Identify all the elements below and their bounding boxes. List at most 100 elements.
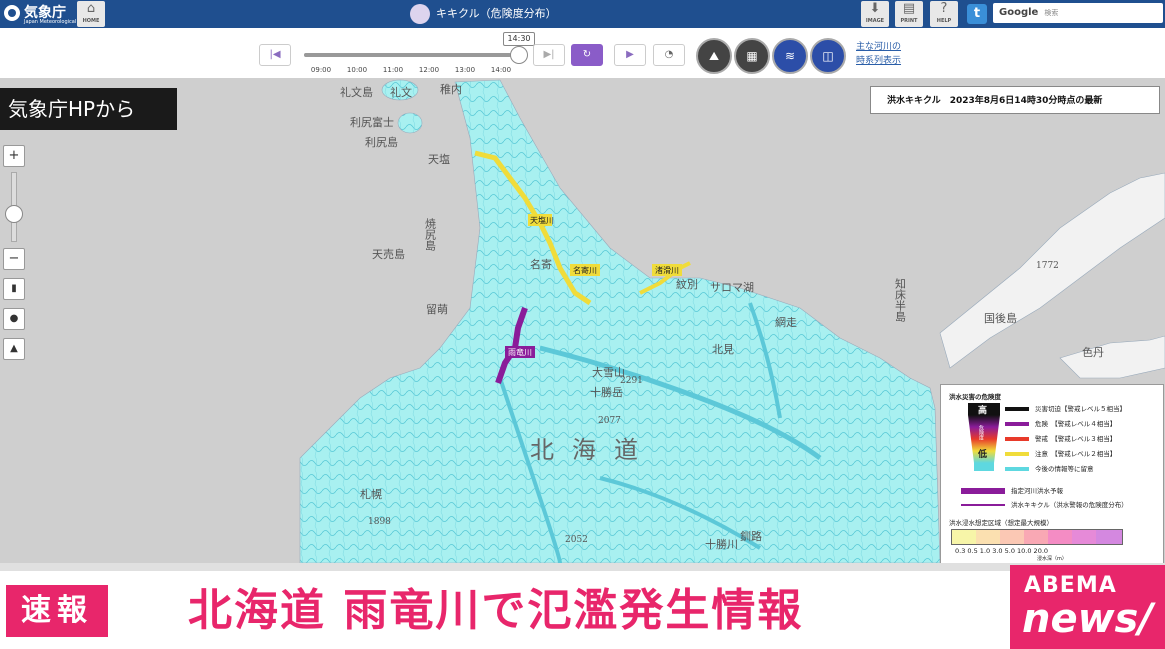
river-timeseries-link[interactable]: 主な河川の 時系列表示 (856, 40, 901, 68)
flood-layer-button[interactable]: ≋ (772, 38, 808, 74)
map-label-tokachi-peak: 十勝岳 (590, 385, 623, 399)
map-label-rishiri: 利尻島 (365, 135, 398, 149)
map-label-shikotan: 色丹 (1082, 345, 1104, 359)
map-label-yagishiri: 焼尻島 (424, 218, 437, 252)
legend-row-notice: 今後の情報等に留意 (1005, 465, 1155, 473)
map-label-nayoro: 名寄 (530, 257, 552, 271)
map-label-wakkanai: 稚内 (440, 82, 462, 96)
legend-label: 注意 【警戒レベル２相当】 (1035, 450, 1117, 458)
help-icon: ? (940, 1, 948, 16)
speed-button[interactable]: ◔ (653, 44, 685, 66)
refresh-button[interactable]: ↻ (571, 44, 603, 66)
current-time: 14:30 (503, 32, 535, 46)
depth-title: 洪水浸水想定区域（想定最大規模） (949, 519, 1053, 527)
inundation-layer-button[interactable]: ▦ (734, 38, 770, 74)
skip-start-button[interactable]: |◀ (259, 44, 291, 66)
legend-danger-word: 危険度 (978, 424, 984, 441)
minus-icon: − (8, 251, 20, 266)
home-button[interactable]: ⌂ HOME (77, 1, 105, 27)
play-icon: ▶ (626, 49, 634, 60)
search-button[interactable]: 検索 (1044, 9, 1058, 17)
legend-swatch (1005, 422, 1029, 426)
map-label-sapporo: 札幌 (360, 487, 382, 501)
terrain-layer-button[interactable]: ▲ (3, 338, 25, 360)
zoom-in-button[interactable]: + (3, 145, 25, 167)
map-label-tokachi: 十勝川 (705, 537, 738, 551)
speedometer-icon: ◔ (664, 49, 674, 60)
legend-swatch (961, 504, 1005, 506)
risk-legend: 洪水災害の危険度 高 低 危険度 災害切迫【警戒レベル５相当】 危険 【警戒レベ… (940, 384, 1164, 564)
legend-low: 低 (977, 448, 987, 460)
map-label-monbetsu: 紋別 (676, 277, 698, 291)
legend-row-level5: 災害切迫【警戒レベル５相当】 (1005, 405, 1155, 413)
search-brand: Google (999, 7, 1039, 18)
timeline-tick: 11:00 (382, 66, 404, 74)
legend-high: 高 (978, 404, 987, 416)
legend-row-level4: 危険 【警戒レベル４相当】 (1005, 420, 1155, 428)
jma-logo[interactable]: 気象庁 Japan Meteorological Agency (2, 2, 96, 26)
elevation-1898: 1898 (368, 517, 391, 527)
map-layer-button[interactable]: ▮ (3, 278, 25, 300)
legend-label: 災害切迫【警戒レベル５相当】 (1035, 405, 1126, 413)
map-label-hokkaido: 北海道 (530, 436, 656, 464)
skip-start-icon: |◀ (269, 49, 281, 60)
timeline-knob[interactable] (510, 46, 528, 64)
elevation-2291: 2291 (620, 376, 643, 386)
rishiri-island (397, 112, 423, 134)
top-bar: 気象庁 Japan Meteorological Agency ⌂ HOME キ… (0, 0, 1165, 28)
timeline-tick: 12:00 (418, 66, 440, 74)
legend-swatch (1005, 407, 1029, 411)
zoom-out-button[interactable]: − (3, 248, 25, 270)
depth-scale (951, 529, 1123, 545)
news-headline: 北海道 雨竜川で氾濫発生情報 (188, 585, 804, 636)
legend-title: 洪水災害の危険度 (949, 393, 1001, 401)
flood-icon: ≋ (784, 49, 796, 63)
legend-row-level3: 警戒 【警戒レベル３相当】 (1005, 435, 1155, 443)
map-title-text: キキクル（危険度分布） (436, 7, 557, 20)
download-icon: ⬇ (869, 1, 881, 16)
water-drop-icon: ● (9, 313, 19, 324)
legend-label: 危険 【警戒レベル４相当】 (1035, 420, 1117, 428)
legend-swatch (1005, 437, 1029, 441)
printer-icon: ▤ (902, 1, 916, 16)
help-label: HELP (936, 18, 952, 24)
landslide-layer-button[interactable]: ⛰ (696, 38, 732, 74)
risk-gradient: 高 低 危険度 (968, 403, 1000, 471)
timeline-tick: 13:00 (454, 66, 476, 74)
breaking-tag: 速報 (6, 585, 108, 637)
legend-row-forecast: 指定河川洪水予報 (961, 487, 1111, 495)
help-button[interactable]: ? HELP (930, 1, 958, 27)
zoom-knob[interactable] (5, 205, 23, 223)
map-label-teshio: 天塩 (428, 152, 450, 166)
abema-news-logo: ABEMA news/ (1010, 565, 1165, 649)
water-layer-button[interactable]: ● (3, 308, 25, 330)
image-download-button[interactable]: ⬇ IMAGE (861, 1, 889, 27)
map-label-rebun-island: 礼文島 (340, 85, 373, 99)
river-badge-nayoro: 名寄川 (573, 265, 597, 275)
skip-end-button[interactable]: ▶| (533, 44, 565, 66)
depth-unit: 浸水深（m） (1037, 556, 1067, 562)
map-label-rishiri-peak: 利尻富士 (350, 115, 394, 129)
legend-row-kikikuru: 洪水キキクル（洪水警報の危険度分布） (961, 501, 1128, 509)
timeline-slider[interactable] (304, 53, 522, 57)
plus-icon: + (8, 148, 20, 163)
map-label-kunashiri: 国後島 (984, 311, 1017, 325)
twitter-icon[interactable]: t (967, 4, 987, 24)
skip-end-icon: ▶| (543, 49, 555, 60)
river-layer-button[interactable]: ◫ (810, 38, 846, 74)
map-label-kitami: 北見 (712, 343, 734, 356)
legend-label: 指定河川洪水予報 (1011, 487, 1063, 495)
refresh-icon: ↻ (582, 49, 592, 60)
timestamp-info: 洪水キキクル 2023年8月6日14時30分時点の最新 (870, 86, 1160, 114)
play-button[interactable]: ▶ (614, 44, 646, 66)
print-button[interactable]: ▤ PRINT (895, 1, 923, 27)
depth-values: 0.3 0.5 1.0 3.0 5.0 10.0 20.0 (955, 547, 1049, 555)
search-input[interactable]: Google 検索 (993, 3, 1163, 23)
timeline-tick: 10:00 (346, 66, 368, 74)
river-badge-teshio: 天塩川 (530, 215, 554, 225)
river-link-line2: 時系列表示 (856, 56, 902, 66)
landslide-icon: ⛰ (708, 49, 720, 63)
source-caption: 気象庁HPから (0, 88, 177, 130)
inundation-icon: ▦ (746, 49, 758, 63)
map-label-kushiro: 釧路 (740, 529, 762, 543)
